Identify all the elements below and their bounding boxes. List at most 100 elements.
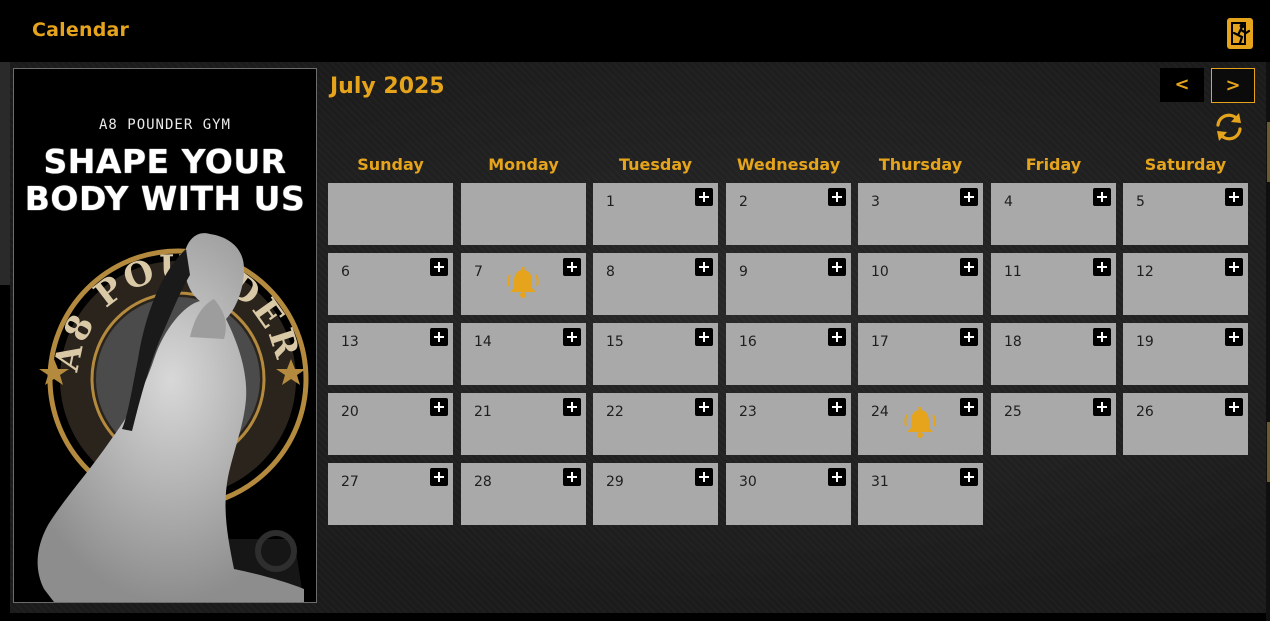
day-cell-9[interactable]: 9	[726, 253, 851, 315]
day-cell-18[interactable]: 18	[991, 323, 1116, 385]
day-number: 20	[341, 404, 359, 420]
add-event-button[interactable]	[695, 468, 713, 486]
day-cell-25[interactable]: 25	[991, 393, 1116, 455]
day-number: 5	[1136, 194, 1145, 210]
day-cell-14[interactable]: 14	[461, 323, 586, 385]
day-number: 8	[606, 264, 615, 280]
day-cell-2[interactable]: 2	[726, 183, 851, 245]
day-cell-8[interactable]: 8	[593, 253, 718, 315]
add-event-button[interactable]	[695, 188, 713, 206]
calendar-empty-cell	[461, 183, 586, 245]
add-event-button[interactable]	[828, 468, 846, 486]
add-event-button[interactable]	[563, 328, 581, 346]
day-number: 26	[1136, 404, 1154, 420]
add-event-button[interactable]	[563, 398, 581, 416]
day-cell-4[interactable]: 4	[991, 183, 1116, 245]
add-event-button[interactable]	[960, 258, 978, 276]
day-number: 27	[341, 474, 359, 490]
day-number: 11	[1004, 264, 1022, 280]
day-number: 19	[1136, 334, 1154, 350]
day-number: 14	[474, 334, 492, 350]
add-event-button[interactable]	[828, 188, 846, 206]
bell-icon[interactable]	[902, 406, 938, 440]
next-month-button[interactable]: >	[1211, 68, 1255, 103]
add-event-button[interactable]	[695, 328, 713, 346]
add-event-button[interactable]	[960, 398, 978, 416]
day-cell-26[interactable]: 26	[1123, 393, 1248, 455]
add-event-button[interactable]	[430, 328, 448, 346]
day-cell-30[interactable]: 30	[726, 463, 851, 525]
exit-button[interactable]	[1227, 18, 1253, 49]
day-cell-24[interactable]: 24	[858, 393, 983, 455]
bell-icon[interactable]	[505, 266, 541, 300]
weekday-wednesday: Wednesday	[736, 155, 841, 174]
day-cell-27[interactable]: 27	[328, 463, 453, 525]
add-event-button[interactable]	[960, 468, 978, 486]
day-number: 15	[606, 334, 624, 350]
day-cell-5[interactable]: 5	[1123, 183, 1248, 245]
add-event-button[interactable]	[1093, 398, 1111, 416]
day-number: 29	[606, 474, 624, 490]
day-cell-29[interactable]: 29	[593, 463, 718, 525]
add-event-button[interactable]	[960, 188, 978, 206]
add-event-button[interactable]	[695, 258, 713, 276]
add-event-button[interactable]	[828, 328, 846, 346]
day-cell-13[interactable]: 13	[328, 323, 453, 385]
promo-banner: A8 POUNDER A8 POUNDER GYM SHAPE YOUR BOD…	[13, 68, 317, 603]
add-event-button[interactable]	[430, 398, 448, 416]
day-cell-7[interactable]: 7	[461, 253, 586, 315]
day-cell-31[interactable]: 31	[858, 463, 983, 525]
day-number: 23	[739, 404, 757, 420]
day-cell-6[interactable]: 6	[328, 253, 453, 315]
title-bar: Calendar	[0, 0, 1270, 62]
day-number: 18	[1004, 334, 1022, 350]
day-cell-23[interactable]: 23	[726, 393, 851, 455]
add-event-button[interactable]	[1225, 328, 1243, 346]
day-cell-28[interactable]: 28	[461, 463, 586, 525]
day-cell-20[interactable]: 20	[328, 393, 453, 455]
add-event-button[interactable]	[1225, 398, 1243, 416]
day-cell-17[interactable]: 17	[858, 323, 983, 385]
day-cell-10[interactable]: 10	[858, 253, 983, 315]
add-event-button[interactable]	[828, 398, 846, 416]
add-event-button[interactable]	[1225, 258, 1243, 276]
window-title: Calendar	[32, 19, 130, 41]
add-event-button[interactable]	[828, 258, 846, 276]
add-event-button[interactable]	[1093, 258, 1111, 276]
day-cell-3[interactable]: 3	[858, 183, 983, 245]
day-number: 3	[871, 194, 880, 210]
day-number: 10	[871, 264, 889, 280]
day-cell-19[interactable]: 19	[1123, 323, 1248, 385]
refresh-button[interactable]	[1212, 110, 1246, 144]
day-cell-16[interactable]: 16	[726, 323, 851, 385]
day-number: 13	[341, 334, 359, 350]
day-cell-1[interactable]: 1	[593, 183, 718, 245]
previous-month-button[interactable]: <	[1160, 68, 1204, 102]
right-edge	[1266, 62, 1270, 621]
add-event-button[interactable]	[960, 328, 978, 346]
day-number: 7	[474, 264, 483, 280]
add-event-button[interactable]	[563, 468, 581, 486]
day-number: 22	[606, 404, 624, 420]
weekday-monday: Monday	[488, 155, 559, 174]
day-number: 12	[1136, 264, 1154, 280]
add-event-button[interactable]	[1093, 188, 1111, 206]
add-event-button[interactable]	[1093, 328, 1111, 346]
day-cell-15[interactable]: 15	[593, 323, 718, 385]
day-number: 21	[474, 404, 492, 420]
add-event-button[interactable]	[430, 258, 448, 276]
promo-headline-line2: BODY WITH US	[24, 179, 306, 218]
day-cell-21[interactable]: 21	[461, 393, 586, 455]
add-event-button[interactable]	[695, 398, 713, 416]
weekday-sunday: Sunday	[357, 155, 424, 174]
add-event-button[interactable]	[1225, 188, 1243, 206]
day-cell-12[interactable]: 12	[1123, 253, 1248, 315]
day-cell-11[interactable]: 11	[991, 253, 1116, 315]
add-event-button[interactable]	[563, 258, 581, 276]
day-number: 24	[871, 404, 889, 420]
promo-headline: SHAPE YOUR BODY WITH US	[14, 143, 316, 217]
left-edge	[0, 45, 10, 285]
day-cell-22[interactable]: 22	[593, 393, 718, 455]
add-event-button[interactable]	[430, 468, 448, 486]
day-number: 25	[1004, 404, 1022, 420]
